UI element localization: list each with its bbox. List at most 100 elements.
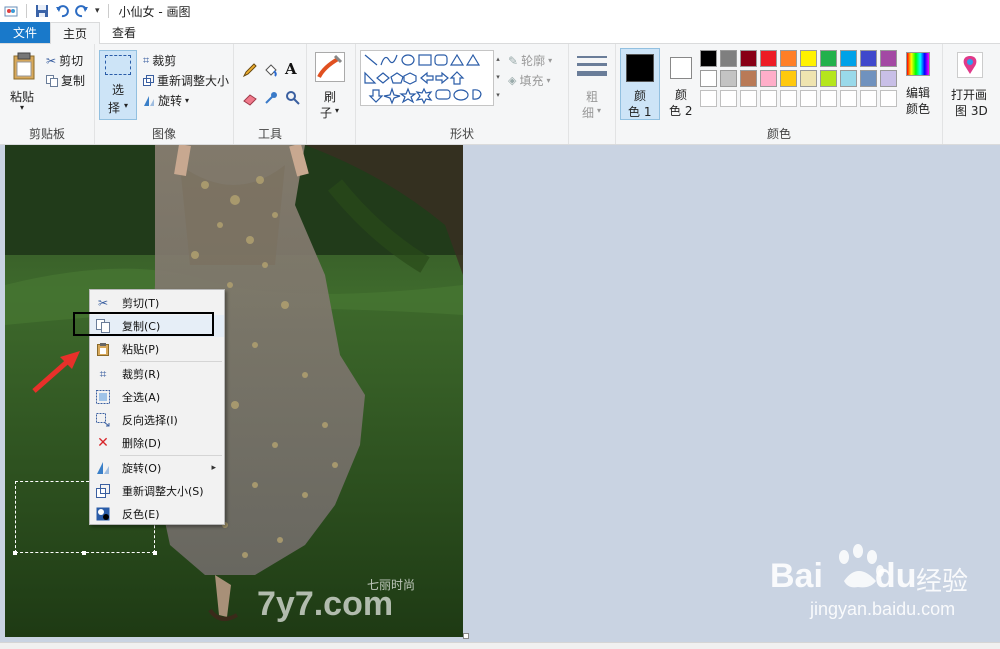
palette-swatch[interactable] <box>880 90 897 107</box>
watermark-cn: 七丽时尚 <box>367 578 415 592</box>
palette-swatch[interactable] <box>720 50 737 67</box>
palette-swatch[interactable] <box>780 50 797 67</box>
color2-button[interactable]: 颜 色 2 <box>662 48 702 120</box>
palette-swatch[interactable] <box>740 50 757 67</box>
resize-handle[interactable] <box>82 551 86 555</box>
resize-button[interactable]: 重新调整大小 <box>143 72 229 89</box>
select-button[interactable]: 选 择 ▾ <box>99 50 137 120</box>
resize-icon <box>95 483 111 499</box>
canvas-resize-handle[interactable] <box>463 633 469 639</box>
color1-button[interactable]: 颜 色 1 <box>620 48 660 120</box>
tab-file[interactable]: 文件 <box>0 22 50 43</box>
menu-item-select-all[interactable]: 全选(A) <box>90 386 224 408</box>
palette-swatch[interactable] <box>780 90 797 107</box>
palette-swatch[interactable] <box>760 90 777 107</box>
brushes-button[interactable]: 刷 子 ▾ <box>313 50 349 120</box>
colors-group: 颜 色 1 颜 色 2 编辑 颜色 颜色 <box>616 44 943 144</box>
palette-swatch[interactable] <box>840 70 857 87</box>
edit-colors-button[interactable]: 编辑 颜色 <box>902 50 936 120</box>
menu-item-invert-selection[interactable]: 反向选择(I) <box>90 409 224 431</box>
palette-swatch[interactable] <box>700 50 717 67</box>
palette-swatch[interactable] <box>820 90 837 107</box>
cut-button[interactable]: ✂ 剪切 <box>46 52 83 69</box>
magnifier-icon[interactable] <box>285 90 301 106</box>
shapes-scrollbar[interactable]: ▴ ▾ ▾ <box>494 50 502 106</box>
pencil-icon[interactable] <box>242 62 258 78</box>
text-tool-icon[interactable]: A <box>285 60 297 78</box>
palette-swatch[interactable] <box>740 70 757 87</box>
baidu-text-du: du <box>874 557 917 595</box>
crop-button[interactable]: ⌗ 裁剪 <box>143 52 176 69</box>
tab-view[interactable]: 查看 <box>100 22 148 43</box>
scissors-icon: ✂ <box>46 53 57 68</box>
rotate-icon <box>95 460 111 476</box>
cut-label: 剪切 <box>59 54 84 68</box>
window-title: 小仙女 - 画图 <box>118 4 191 19</box>
palette-swatch[interactable] <box>860 50 877 67</box>
copy-button[interactable]: 复制 <box>46 72 85 89</box>
palette-swatch[interactable] <box>780 70 797 87</box>
eraser-icon[interactable] <box>242 90 258 106</box>
open-paint3d-button[interactable]: 打开画 图 3D <box>946 50 996 120</box>
palette-swatch[interactable] <box>860 70 877 87</box>
palette-swatch[interactable] <box>740 90 757 107</box>
menu-item-paste[interactable]: 粘贴(P) <box>90 338 224 360</box>
rotate-button[interactable]: 旋转 ▾ <box>143 92 189 109</box>
resize-handle[interactable] <box>13 551 17 555</box>
outline-button[interactable]: ✎ 轮廓 ▾ <box>508 52 552 69</box>
clipboard-group: 粘贴 ▾ ✂ 剪切 复制 剪贴板 <box>0 44 95 144</box>
palette-swatch[interactable] <box>760 70 777 87</box>
shapes-group: ▴ ▾ ▾ ✎ 轮廓 ▾ ◈ 填充 ▾ 形状 <box>356 44 569 144</box>
color-picker-icon[interactable] <box>263 90 279 106</box>
submenu-arrow-icon: ▸ <box>211 463 216 473</box>
redo-icon[interactable] <box>75 4 89 18</box>
palette-swatch[interactable] <box>840 50 857 67</box>
edit-colors-label-top: 编辑 <box>906 86 931 100</box>
clipboard-icon <box>12 52 36 83</box>
palette-swatch[interactable] <box>800 90 817 107</box>
shapes-gallery[interactable] <box>360 50 494 106</box>
ribbon-tabs: 文件 主页 查看 <box>0 22 1000 44</box>
copy-label: 复制 <box>61 74 86 88</box>
menu-item-resize[interactable]: 重新调整大小(S) <box>90 480 224 502</box>
undo-icon[interactable] <box>55 4 69 18</box>
resize-handle[interactable] <box>153 551 157 555</box>
palette-swatch[interactable] <box>820 70 837 87</box>
fill-button[interactable]: ◈ 填充 ▾ <box>508 72 551 89</box>
baidu-text-bai: Bai <box>770 557 823 595</box>
palette-swatch[interactable] <box>700 70 717 87</box>
customize-toolbar-icon[interactable]: ▾ <box>95 6 100 16</box>
paste-button[interactable]: 粘贴 ▾ <box>6 50 40 114</box>
palette-swatch[interactable] <box>800 50 817 67</box>
palette-swatch[interactable] <box>720 90 737 107</box>
save-icon[interactable] <box>35 4 49 18</box>
app-icon[interactable] <box>4 5 18 17</box>
copy-icon <box>46 74 58 87</box>
clipboard-icon <box>95 341 111 357</box>
size-label-top: 粗 <box>586 90 599 104</box>
size-button[interactable]: 粗 细 ▾ <box>575 50 609 120</box>
palette-swatch[interactable] <box>700 90 717 107</box>
menu-item-delete[interactable]: ✕ 删除(D) <box>90 432 224 454</box>
palette-swatch[interactable] <box>880 70 897 87</box>
menu-item-cut[interactable]: ✂ 剪切(T) <box>90 292 224 314</box>
palette-swatch[interactable] <box>760 50 777 67</box>
paint3d-label-bottom: 图 3D <box>955 104 988 118</box>
colors-group-label: 颜色 <box>766 127 791 141</box>
palette-swatch[interactable] <box>720 70 737 87</box>
menu-separator <box>120 361 222 362</box>
fill-bucket-icon[interactable] <box>263 62 279 78</box>
menu-item-rotate[interactable]: 旋转(O) ▸ <box>90 457 224 479</box>
clipboard-group-label: 剪贴板 <box>28 127 65 141</box>
palette-swatch[interactable] <box>820 50 837 67</box>
size-label-bottom: 细 <box>582 106 595 120</box>
tab-home[interactable]: 主页 <box>50 22 101 44</box>
palette-swatch[interactable] <box>880 50 897 67</box>
outline-icon: ✎ <box>508 53 519 68</box>
menu-item-invert-color[interactable]: 反色(E) <box>90 503 224 525</box>
palette-swatch[interactable] <box>860 90 877 107</box>
image-group-label: 图像 <box>151 127 176 141</box>
palette-swatch[interactable] <box>840 90 857 107</box>
palette-swatch[interactable] <box>800 70 817 87</box>
menu-item-crop[interactable]: ⌗ 裁剪(R) <box>90 363 224 385</box>
